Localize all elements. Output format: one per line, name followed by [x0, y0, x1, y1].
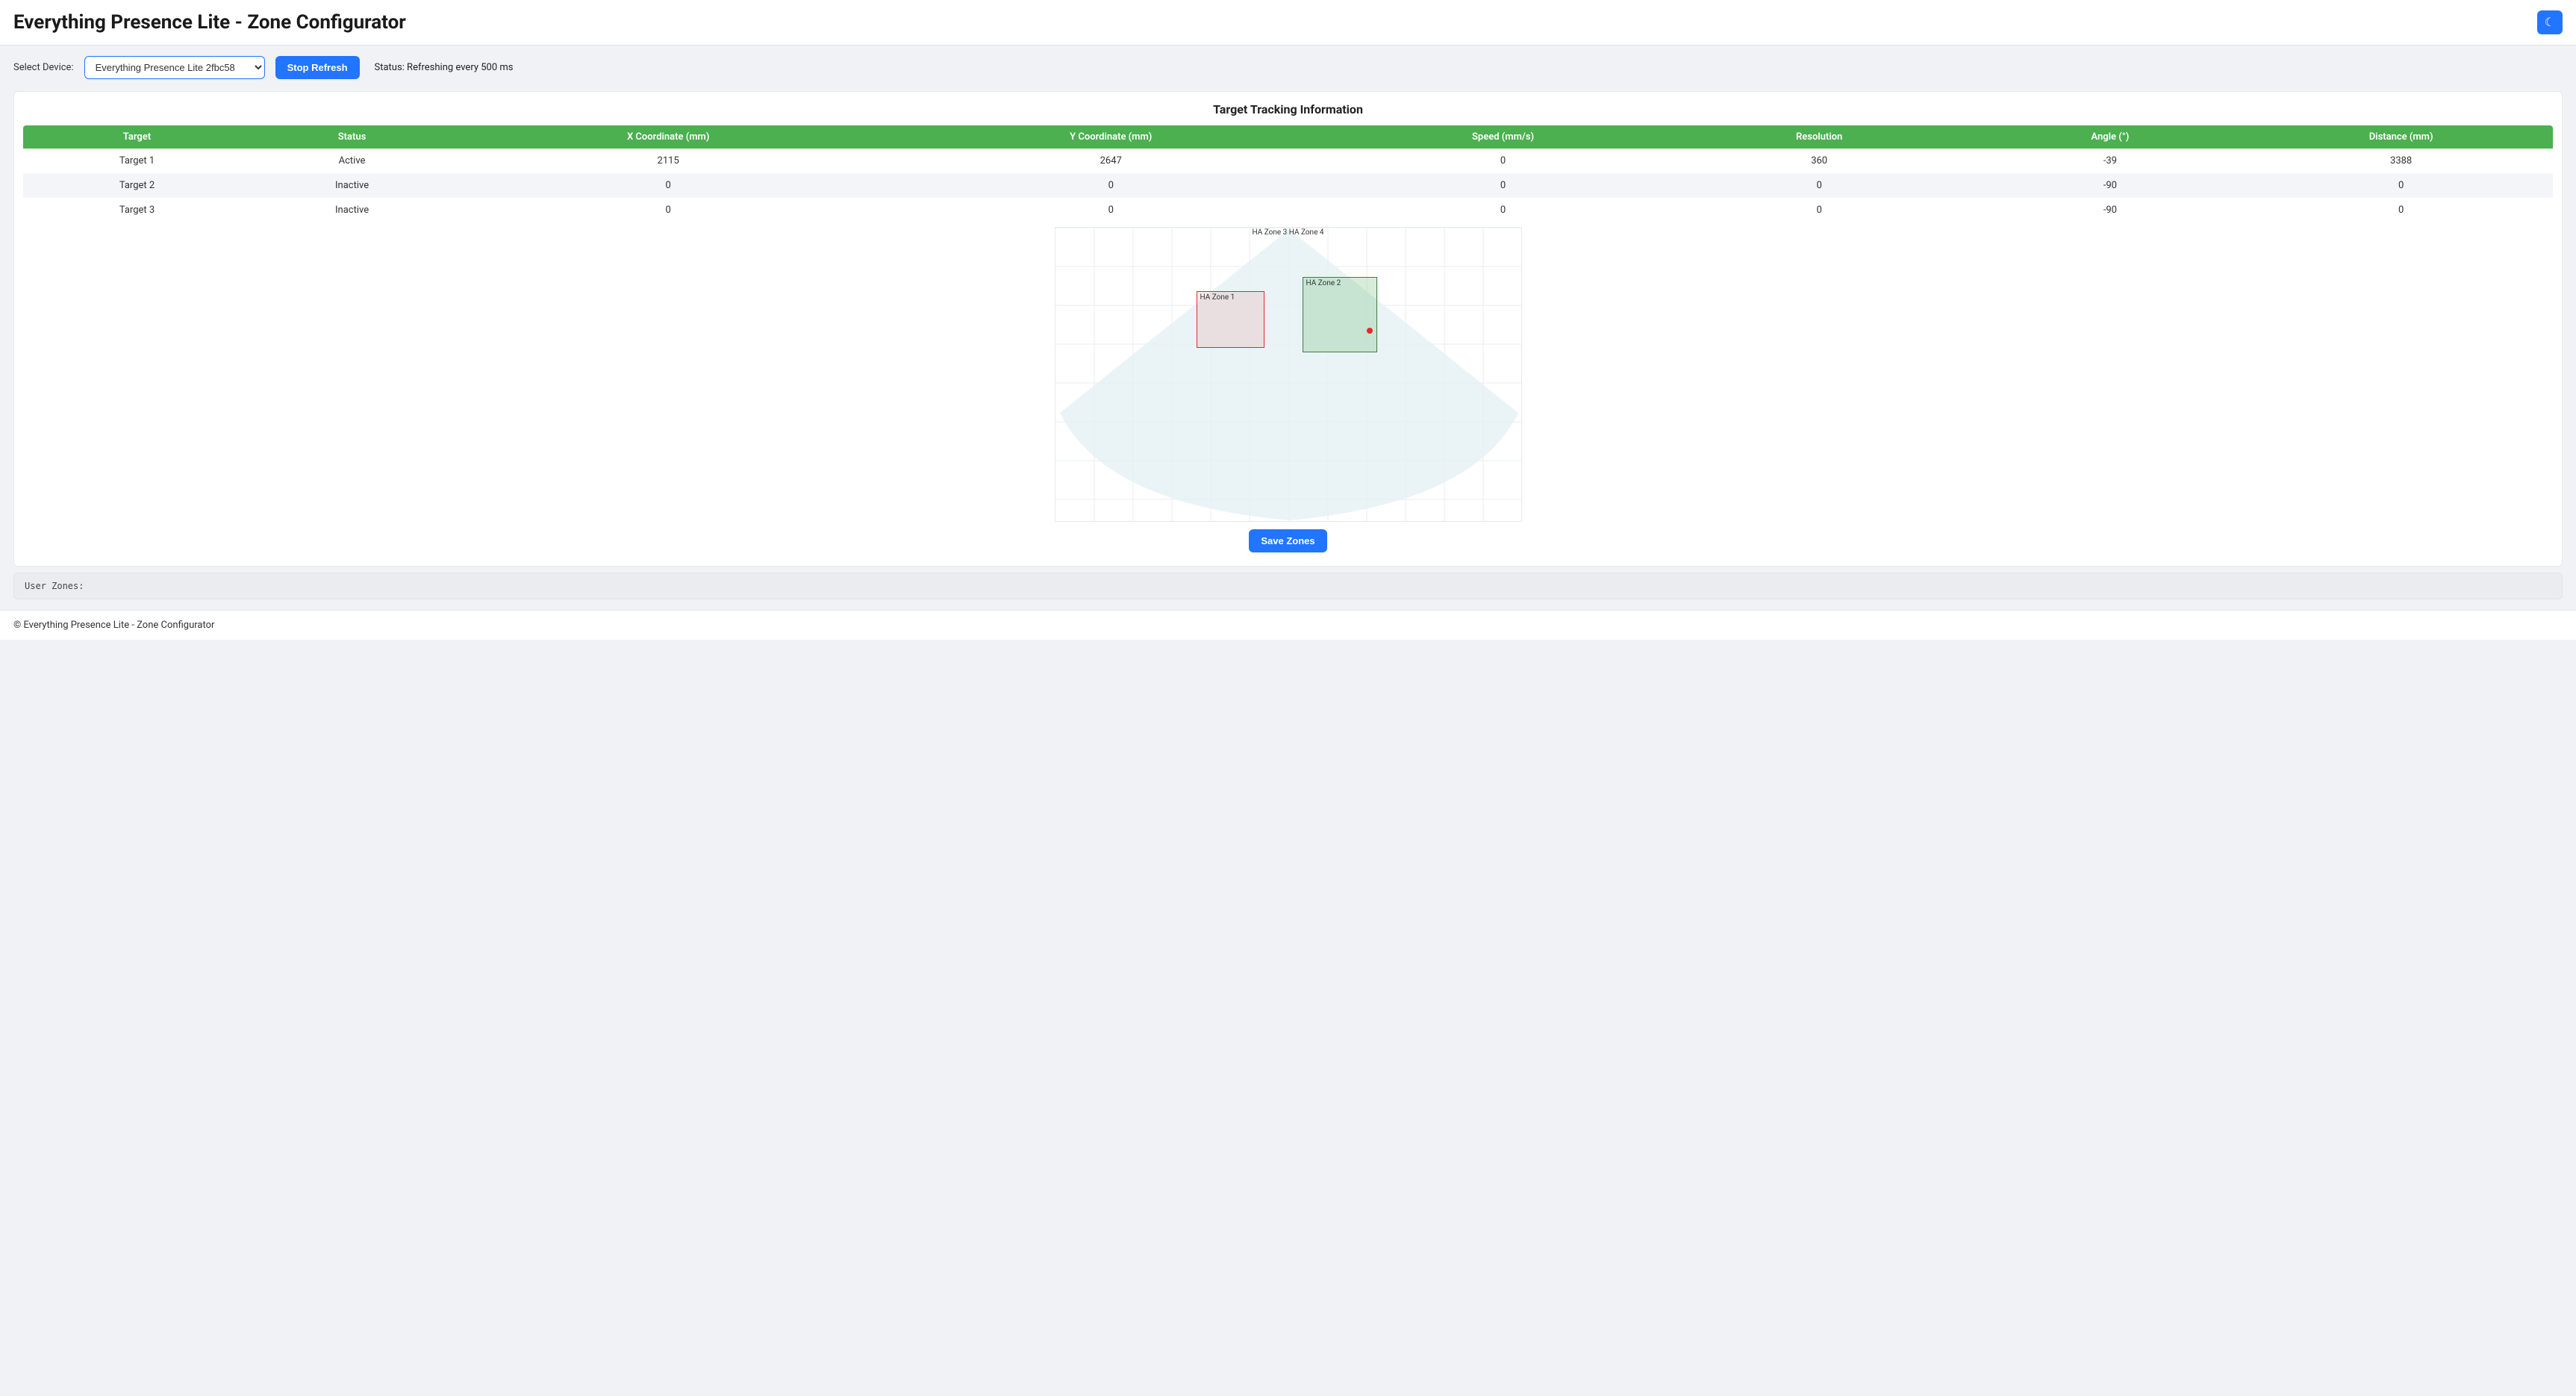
theme-toggle-button[interactable]: ☾ — [2537, 10, 2563, 34]
canvas-svg — [1055, 228, 1522, 522]
cell-distance: 3388 — [2249, 149, 2553, 173]
cell-x: 0 — [453, 198, 883, 222]
table-row: Target 3Inactive0000-900 — [23, 198, 2553, 222]
cell-y: 0 — [883, 198, 1338, 222]
tracking-table: Target Status X Coordinate (mm) Y Coordi… — [23, 125, 2553, 222]
cell-target: Target 3 — [23, 198, 251, 222]
cell-angle: -90 — [1971, 198, 2249, 222]
zone-canvas[interactable]: HA Zone 3 HA Zone 4 HA Zone 1 HA Zone 2 — [1055, 227, 1522, 522]
cell-resolution: 360 — [1668, 149, 1971, 173]
zone-label: HA Zone 2 — [1306, 279, 1341, 287]
refresh-status-text: Status: Refreshing every 500 ms — [375, 62, 514, 73]
sensor-cone — [1060, 229, 1518, 520]
cell-resolution: 0 — [1668, 173, 1971, 198]
cell-y: 0 — [883, 173, 1338, 198]
cell-status: Active — [251, 149, 453, 173]
col-resolution: Resolution — [1668, 125, 1971, 149]
col-speed: Speed (mm/s) — [1338, 125, 1668, 149]
col-status: Status — [251, 125, 453, 149]
cell-distance: 0 — [2249, 173, 2553, 198]
moon-icon: ☾ — [2545, 16, 2555, 29]
user-zones-panel: User Zones: — [13, 573, 2563, 599]
cell-target: Target 2 — [23, 173, 251, 198]
cell-status: Inactive — [251, 198, 453, 222]
cell-angle: -39 — [1971, 149, 2249, 173]
save-zones-button[interactable]: Save Zones — [1249, 529, 1326, 552]
col-x: X Coordinate (mm) — [453, 125, 883, 149]
cell-speed: 0 — [1338, 149, 1668, 173]
table-row: Target 2Inactive0000-900 — [23, 173, 2553, 198]
cell-x: 0 — [453, 173, 883, 198]
canvas-container: HA Zone 3 HA Zone 4 HA Zone 1 HA Zone 2 S… — [23, 227, 2553, 552]
cell-distance: 0 — [2249, 198, 2553, 222]
zone-label: HA Zone 1 — [1200, 293, 1235, 302]
apex-zone-labels: HA Zone 3 HA Zone 4 — [1253, 229, 1324, 237]
table-row: Target 1Active211526470360-393388 — [23, 149, 2553, 173]
device-select[interactable]: Everything Presence Lite 2fbc58 — [84, 56, 265, 79]
col-target: Target — [23, 125, 251, 149]
target-dot — [1367, 328, 1373, 334]
zone-rect[interactable]: HA Zone 2 — [1303, 277, 1377, 352]
stop-refresh-button[interactable]: Stop Refresh — [275, 56, 360, 79]
table-header-row: Target Status X Coordinate (mm) Y Coordi… — [23, 125, 2553, 149]
col-angle: Angle (°) — [1971, 125, 2249, 149]
select-device-label: Select Device: — [13, 62, 74, 73]
col-distance: Distance (mm) — [2249, 125, 2553, 149]
col-y: Y Coordinate (mm) — [883, 125, 1338, 149]
zone-rect[interactable]: HA Zone 1 — [1197, 291, 1264, 348]
cell-y: 2647 — [883, 149, 1338, 173]
cell-speed: 0 — [1338, 173, 1668, 198]
cell-status: Inactive — [251, 173, 453, 198]
cell-speed: 0 — [1338, 198, 1668, 222]
cell-x: 2115 — [453, 149, 883, 173]
header: Everything Presence Lite - Zone Configur… — [0, 0, 2576, 46]
footer: © Everything Presence Lite - Zone Config… — [0, 610, 2576, 640]
controls-bar: Select Device: Everything Presence Lite … — [0, 46, 2576, 85]
tracking-panel: Target Tracking Information Target Statu… — [13, 91, 2563, 567]
cell-angle: -90 — [1971, 173, 2249, 198]
cell-target: Target 1 — [23, 149, 251, 173]
page-title: Everything Presence Lite - Zone Configur… — [13, 11, 406, 34]
tracking-panel-title: Target Tracking Information — [23, 102, 2553, 116]
cell-resolution: 0 — [1668, 198, 1971, 222]
